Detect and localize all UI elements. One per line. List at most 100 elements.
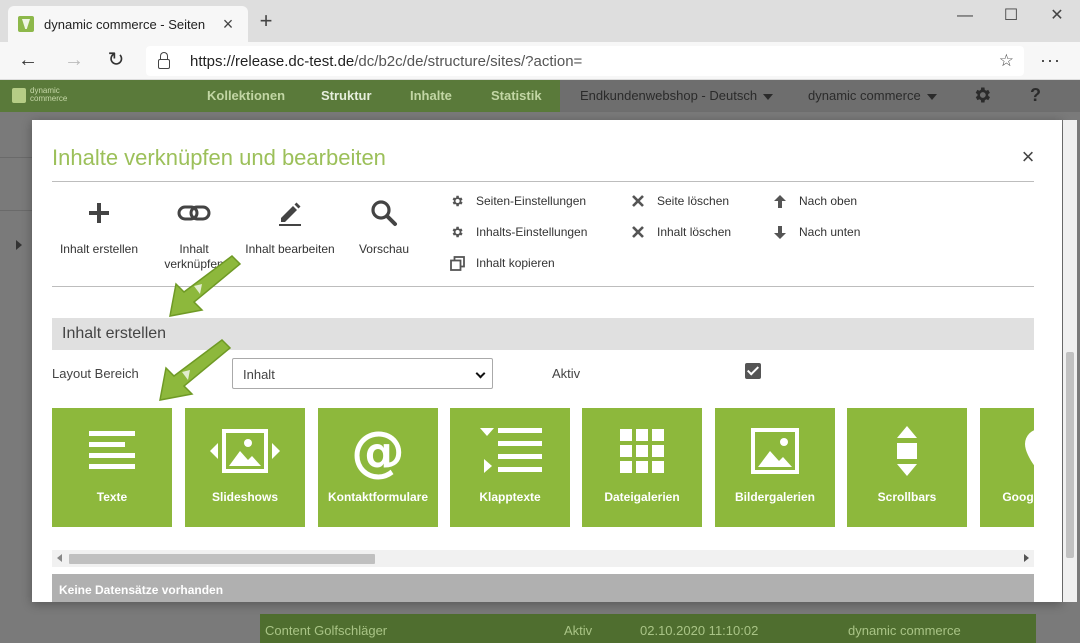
arrow-down-icon [772,224,788,240]
preview-button[interactable]: Vorschau [354,196,414,257]
favorite-star-icon[interactable]: ☆ [999,51,1014,71]
tile-google-maps[interactable]: Google Maps [980,408,1034,527]
pencil-icon [240,196,340,230]
app-header: dynamic commerce Kollektionen Struktur In… [0,80,1080,112]
content-modal: Inhalte verknüpfen und bearbeiten × Inha… [32,120,1062,602]
page-settings-label: Seiten-Einstellungen [476,194,587,208]
back-arrow-icon[interactable]: ← [16,49,40,73]
image-icon [715,426,835,476]
nav-item-kollektionen[interactable]: Kollektionen [207,88,285,103]
url-field[interactable]: https://release.dc-test.de/dc/b2c/de/str… [146,46,1024,76]
minimize-icon[interactable]: — [942,4,988,28]
tile-label: Kontaktformulare [327,490,428,504]
layout-area-select[interactable]: Inhalt [232,358,493,389]
company-selector[interactable]: dynamic commerce [808,88,937,103]
copy-content-button[interactable]: Inhalt kopieren [449,255,555,271]
slideshow-icon [185,426,305,476]
tile-label: Slideshows [211,490,279,504]
page-settings-button[interactable]: Seiten-Einstellungen [449,193,586,209]
chevron-down-icon [475,368,486,379]
maximize-icon[interactable]: ☐ [988,4,1034,28]
horizontal-scrollbar[interactable] [52,550,1034,567]
delete-page-button[interactable]: Seite löschen [630,193,729,209]
move-up-label: Nach oben [799,194,858,208]
tile-label: Google Maps [1002,490,1034,504]
content-type-tiles: Texte Slideshows @ Kontaktformulare Klap… [52,408,1034,527]
browser-tab[interactable]: dynamic commerce - Seiten × [8,6,248,42]
modal-close-button[interactable]: × [1018,144,1038,170]
divider [0,210,32,211]
row-name: Content Golfschläger [265,623,388,638]
tile-klapptexte[interactable]: Klapptexte [450,408,570,527]
tile-label: Klapptexte [479,490,541,504]
active-label: Aktiv [552,366,581,381]
tile-texte[interactable]: Texte [52,408,172,527]
chevron-down-icon [763,93,774,100]
edit-content-button[interactable]: Inhalt bearbeiten [240,196,340,257]
layout-area-value: Inhalt [243,367,275,382]
vertical-scrollbar[interactable] [1063,120,1077,602]
active-checkbox[interactable] [745,363,761,379]
tile-scrollbars[interactable]: Scrollbars [847,408,967,527]
header-selector-area: Endkundenwebshop - Deutsch dynamic comme… [560,80,1080,112]
divider [0,157,32,158]
preview-label: Vorschau [358,242,410,256]
section-title: Inhalt erstellen [62,325,167,342]
tile-dateigalerien[interactable]: Dateigalerien [582,408,702,527]
gear-icon [449,193,465,209]
move-up-button[interactable]: Nach oben [772,193,857,209]
create-content-button[interactable]: Inhalt erstellen [52,196,146,257]
move-down-button[interactable]: Nach unten [772,224,860,240]
help-icon[interactable]: ? [1030,85,1041,106]
forward-arrow-icon[interactable]: → [62,49,86,73]
arrow-up-icon [772,193,788,209]
settings-gear-icon[interactable] [972,85,992,108]
grid-icon [582,426,702,476]
scroll-left-icon[interactable] [57,554,62,562]
browser-menu-icon[interactable]: ··· [1040,50,1061,71]
lock-icon [158,52,170,69]
scrollbar-thumb[interactable] [69,554,375,564]
copy-icon [449,255,465,271]
expand-arrow-icon [16,240,22,250]
tab-title: dynamic commerce - Seiten [44,16,206,32]
window-close-icon[interactable]: ✕ [1034,4,1080,28]
map-pin-icon [980,426,1034,476]
collapse-list-icon [450,426,570,476]
reload-icon[interactable]: ↻ [104,49,128,73]
new-tab-icon[interactable]: + [254,8,278,34]
shop-selector[interactable]: Endkundenwebshop - Deutsch [580,88,774,103]
background-table-row: Content Golfschläger Aktiv 02.10.2020 11… [260,614,1036,643]
scrollbar-thumb[interactable] [1066,352,1074,558]
nav-item-struktur[interactable]: Struktur [321,88,372,103]
create-content-label: Inhalt erstellen [59,242,139,256]
content-settings-button[interactable]: Inhalts-Einstellungen [449,224,587,240]
delete-content-label: Inhalt löschen [657,225,732,239]
chevron-down-icon [926,93,937,100]
move-down-label: Nach unten [799,225,861,239]
shop-selector-label: Endkundenwebshop - Deutsch [580,88,758,103]
delete-content-button[interactable]: Inhalt löschen [630,224,731,240]
tile-slideshows[interactable]: Slideshows [185,408,305,527]
empty-table-header: Keine Datensätze vorhanden [52,574,1034,602]
favicon-icon [18,16,34,32]
dc-logo: dynamic commerce [12,87,72,105]
tab-close-icon[interactable]: × [218,14,238,35]
green-annotation-arrow-icon [159,339,232,401]
scroll-right-icon[interactable] [1024,554,1029,562]
edit-content-label: Inhalt bearbeiten [245,242,335,256]
address-bar: ← → ↻ https://release.dc-test.de/dc/b2c/… [0,42,1080,80]
tile-label: Scrollbars [877,490,937,504]
link-icon [158,196,230,230]
tile-bildergalerien[interactable]: Bildergalerien [715,408,835,527]
nav-item-statistik[interactable]: Statistik [491,88,542,103]
tile-label: Dateigalerien [604,490,680,504]
company-selector-label: dynamic commerce [808,88,921,103]
tile-kontaktformulare[interactable]: @ Kontaktformulare [318,408,438,527]
tile-label: Texte [96,490,128,504]
copy-content-label: Inhalt kopieren [476,256,555,270]
x-icon [630,193,646,209]
text-lines-icon [52,426,172,476]
green-annotation-arrow-icon [169,255,242,317]
nav-item-inhalte[interactable]: Inhalte [410,88,452,103]
